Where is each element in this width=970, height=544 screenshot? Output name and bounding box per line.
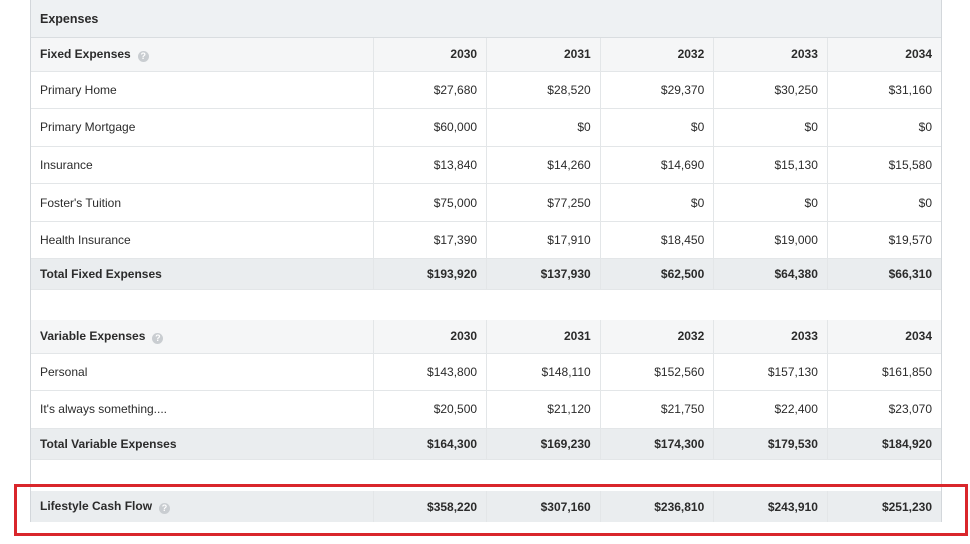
variable-expenses-table: Variable Expenses? 2030 2031 2032 2033 2…: [31, 320, 941, 460]
cell-value: $27,680: [372, 71, 487, 110]
total-value: $64,380: [713, 258, 828, 291]
cell-value: $161,850: [826, 353, 941, 392]
total-value: $174,300: [599, 428, 714, 460]
total-row: Total Variable Expenses $164,300 $169,23…: [31, 428, 941, 460]
cell-value: $30,250: [713, 71, 828, 110]
cell-value: $0: [713, 108, 828, 147]
cell-value: $17,910: [486, 221, 601, 260]
year-header: 2034: [826, 38, 941, 72]
total-value: $62,500: [599, 258, 714, 291]
row-label: Primary Home: [31, 71, 373, 110]
year-header: 2032: [599, 320, 714, 354]
variable-section-title: Variable Expenses: [40, 328, 146, 343]
cell-value: $0: [599, 108, 714, 147]
row-label: It's always something....: [31, 390, 373, 429]
cell-value: $77,250: [486, 183, 601, 222]
cash-flow-value: $307,160: [486, 491, 601, 522]
table-row: Primary Mortgage $60,000 $0 $0 $0 $0: [31, 108, 941, 147]
cell-value: $22,400: [713, 390, 828, 429]
variable-section-header: Variable Expenses?: [31, 320, 373, 354]
table-row: Foster's Tuition $75,000 $77,250 $0 $0 $…: [31, 183, 941, 222]
year-header: 2033: [713, 320, 828, 354]
cell-value: $0: [826, 183, 941, 222]
total-value: $66,310: [826, 258, 941, 291]
row-label: Primary Mortgage: [31, 108, 373, 147]
cell-value: $152,560: [599, 353, 714, 392]
fixed-expenses-table: Fixed Expenses? 2030 2031 2032 2033 2034…: [31, 38, 941, 291]
cell-value: $60,000: [372, 108, 487, 147]
row-label: Personal: [31, 353, 373, 392]
total-value: $169,230: [486, 428, 601, 460]
total-label: Total Fixed Expenses: [31, 258, 373, 291]
total-value: $193,920: [372, 258, 487, 291]
cell-value: $0: [713, 183, 828, 222]
table-row: Primary Home $27,680 $28,520 $29,370 $30…: [31, 71, 941, 110]
cell-value: $143,800: [372, 353, 487, 392]
panel-title: Expenses: [31, 0, 941, 38]
variable-header-row: Variable Expenses? 2030 2031 2032 2033 2…: [31, 320, 941, 354]
cash-flow-value: $358,220: [372, 491, 487, 522]
cell-value: $0: [599, 183, 714, 222]
year-header: 2033: [713, 38, 828, 72]
year-header: 2030: [372, 38, 487, 72]
cell-value: $28,520: [486, 71, 601, 110]
table-row: Personal $143,800 $148,110 $152,560 $157…: [31, 353, 941, 392]
cell-value: $0: [826, 108, 941, 147]
cell-value: $19,570: [826, 221, 941, 260]
cell-value: $15,580: [826, 146, 941, 185]
total-value: $164,300: [372, 428, 487, 460]
fixed-section-title: Fixed Expenses: [40, 46, 131, 61]
cell-value: $31,160: [826, 71, 941, 110]
table-row: It's always something.... $20,500 $21,12…: [31, 390, 941, 429]
cell-value: $19,000: [713, 221, 828, 260]
help-circle-icon[interactable]: ?: [152, 332, 164, 344]
row-label: Foster's Tuition: [31, 183, 373, 222]
cell-value: $18,450: [599, 221, 714, 260]
year-header: 2031: [486, 38, 601, 72]
cell-value: $20,500: [372, 390, 487, 429]
table-row: Health Insurance $17,390 $17,910 $18,450…: [31, 221, 941, 260]
table-row: Insurance $13,840 $14,260 $14,690 $15,13…: [31, 146, 941, 185]
cell-value: $15,130: [713, 146, 828, 185]
total-value: $179,530: [713, 428, 828, 460]
cell-value: $29,370: [599, 71, 714, 110]
cell-value: $17,390: [372, 221, 487, 260]
cash-flow-label: Lifestyle Cash Flow: [40, 499, 153, 513]
total-row: Total Fixed Expenses $193,920 $137,930 $…: [31, 258, 941, 291]
row-label: Insurance: [31, 146, 373, 185]
cell-value: $14,260: [486, 146, 601, 185]
cell-value: $75,000: [372, 183, 487, 222]
lifestyle-cash-flow-table: Lifestyle Cash Flow? $358,220 $307,160 $…: [31, 491, 941, 522]
row-label: Health Insurance: [31, 221, 373, 260]
help-circle-icon[interactable]: ?: [137, 50, 149, 62]
cell-value: $157,130: [713, 353, 828, 392]
expenses-panel: Expenses Fixed Expenses? 2030 2031 2032 …: [30, 0, 942, 522]
cell-value: $21,120: [486, 390, 601, 429]
help-circle-icon[interactable]: ?: [159, 503, 171, 514]
cash-flow-value: $243,910: [713, 491, 828, 522]
cell-value: $14,690: [599, 146, 714, 185]
year-header: 2032: [599, 38, 714, 72]
cell-value: $23,070: [826, 390, 941, 429]
cell-value: $148,110: [486, 353, 601, 392]
total-value: $137,930: [486, 258, 601, 291]
fixed-section-header: Fixed Expenses?: [31, 38, 373, 72]
cash-flow-label-cell: Lifestyle Cash Flow?: [31, 491, 373, 522]
cell-value: $0: [486, 108, 601, 147]
year-header: 2034: [826, 320, 941, 354]
year-header: 2030: [372, 320, 487, 354]
cell-value: $21,750: [599, 390, 714, 429]
fixed-header-row: Fixed Expenses? 2030 2031 2032 2033 2034: [31, 38, 941, 72]
year-header: 2031: [486, 320, 601, 354]
total-value: $184,920: [826, 428, 941, 460]
total-label: Total Variable Expenses: [31, 428, 373, 460]
cash-flow-value: $236,810: [599, 491, 714, 522]
cash-flow-value: $251,230: [826, 491, 941, 522]
cell-value: $13,840: [372, 146, 487, 185]
cash-flow-row: Lifestyle Cash Flow? $358,220 $307,160 $…: [31, 491, 941, 522]
